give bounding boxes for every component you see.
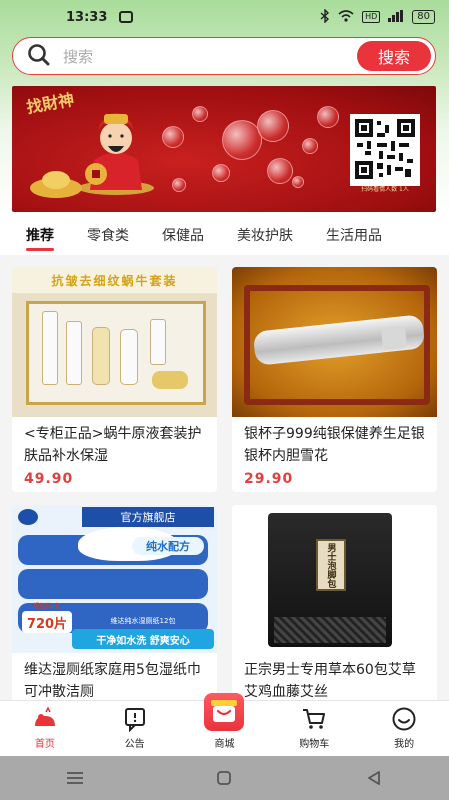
cup-cap [380,325,408,351]
count-badge: 720片 [22,611,72,633]
product-price: 29.90 [244,471,294,487]
tab-snacks[interactable]: 零食类 [87,225,129,245]
bottle [120,329,138,385]
product-image: 抗皱去细纹蜗牛套装 [12,267,217,417]
banner-bubble [212,164,230,182]
system-nav-bar [0,756,449,800]
nav-mall[interactable]: 商城 [180,693,270,756]
tab-beauty[interactable]: 美妆护肤 [237,225,293,245]
nav-cart-label: 购物车 [299,739,330,750]
status-time: 13:33 [66,9,108,25]
nav-profile[interactable]: 我的 [359,701,449,756]
banner-bubble [192,106,208,122]
bottle [92,327,110,385]
tab-recommend[interactable]: 推荐 [26,225,54,251]
qr-caption: 扫码看情人数 1人 [361,186,409,193]
search-button[interactable]: 搜索 [357,41,431,71]
product-card[interactable]: 官方旗舰店 纯水配方 720片 超值装1包 维达纯水湿厕纸12包 干净如水洗 舒… [12,505,217,700]
wealth-god-illustration [78,113,154,195]
search-icon [25,41,55,71]
banner-bubble [162,126,184,148]
cart-icon [303,709,326,729]
back-icon[interactable] [359,768,389,788]
status-indicators: HD 80 [320,7,435,26]
product-image: 官方旗舰店 纯水配方 720片 超值装1包 维达纯水湿厕纸12包 干净如水洗 舒… [12,505,217,653]
bottom-nav: 首页 公告 商城 购物车 我的 [0,693,449,756]
notice-icon [124,708,145,732]
notification-icon [119,11,134,23]
menu-icon[interactable] [60,768,90,788]
brand-logo [18,509,38,525]
bottle [150,319,166,365]
nav-notice-label: 公告 [124,739,145,750]
home-square-icon[interactable] [209,768,239,788]
product-title: 维达湿厕纸家庭用5包湿纸巾可冲散洁厕 [24,662,201,700]
banner-bubble [317,106,339,128]
product-price: 49.90 [24,471,74,487]
nav-mall-label: 商城 [214,739,235,750]
product-title: 正宗男士专用草本60包艾草艾鸡血藤艾丝 [244,662,416,700]
nav-profile-label: 我的 [394,739,415,750]
bag-pattern [274,617,386,643]
battery-indicator: 80 [412,10,435,24]
search-input[interactable]: 搜索 [63,46,357,67]
bluetooth-icon [320,7,330,26]
nav-home-label: 首页 [34,739,55,750]
product-image-caption: 男士泡脚包 [316,539,346,591]
banner-bubble [292,176,304,188]
nav-notice[interactable]: 公告 [90,701,180,756]
profile-icon [392,707,416,731]
mall-bag-icon [204,693,245,731]
product-card[interactable]: 银杯子999纯银保健养生足银银杯内胆雪花 29.90 [232,267,437,492]
gold-ingot-icon [30,171,82,198]
slogan-banner: 干净如水洗 舒爽安心 [72,629,214,649]
wifi-icon [338,9,354,25]
banner-bubble [257,110,289,142]
promo-banner[interactable]: 找財神 扫码看情人数 1人 [12,86,436,212]
product-grid: 抗皱去细纹蜗牛套装 <专柜正品>蜗牛原液套装护肤品补水保湿 49.90 银杯子9… [0,255,449,700]
status-bar: 13:33 HD 80 [0,0,449,34]
cream-jar [152,371,188,389]
product-image-caption: 官方旗舰店 [82,507,214,527]
signal-icon [388,9,404,25]
banner-bubble [302,138,318,154]
product-line-label: 维达纯水湿厕纸12包 [110,617,176,625]
product-image: 男士泡脚包 [232,505,437,653]
home-icon [34,706,55,726]
network-badge: HD [362,11,381,23]
banner-title: 找財神 [24,89,76,118]
bottle [42,311,58,385]
banner-bubble [222,120,262,160]
product-title: <专柜正品>蜗牛原液套装护肤品补水保湿 [24,426,202,464]
nav-cart[interactable]: 购物车 [269,701,359,756]
product-card[interactable]: 抗皱去细纹蜗牛套装 <专柜正品>蜗牛原液套装护肤品补水保湿 49.90 [12,267,217,492]
product-image-caption: 抗皱去细纹蜗牛套装 [12,267,217,293]
tab-health[interactable]: 保健品 [162,225,204,245]
bottle [66,321,82,385]
product-card[interactable]: 男士泡脚包 正宗男士专用草本60包艾草艾鸡血藤艾丝 [232,505,437,700]
search-bar[interactable]: 搜索 搜索 [12,37,436,75]
qr-code[interactable] [350,114,420,186]
banner-bubble [172,178,186,192]
product-title: 银杯子999纯银保健养生足银银杯内胆雪花 [244,426,425,464]
banner-bubble [267,158,293,184]
wipe-pack [18,569,208,599]
pack-label: 纯水配方 [132,537,204,555]
product-image [232,267,437,417]
nav-home[interactable]: 首页 [0,701,90,756]
tab-daily[interactable]: 生活用品 [326,225,382,245]
count-badge-caption: 超值装1包 [33,603,61,610]
category-tabs: 推荐 零食类 保健品 美妆护肤 生活用品 [0,215,449,255]
